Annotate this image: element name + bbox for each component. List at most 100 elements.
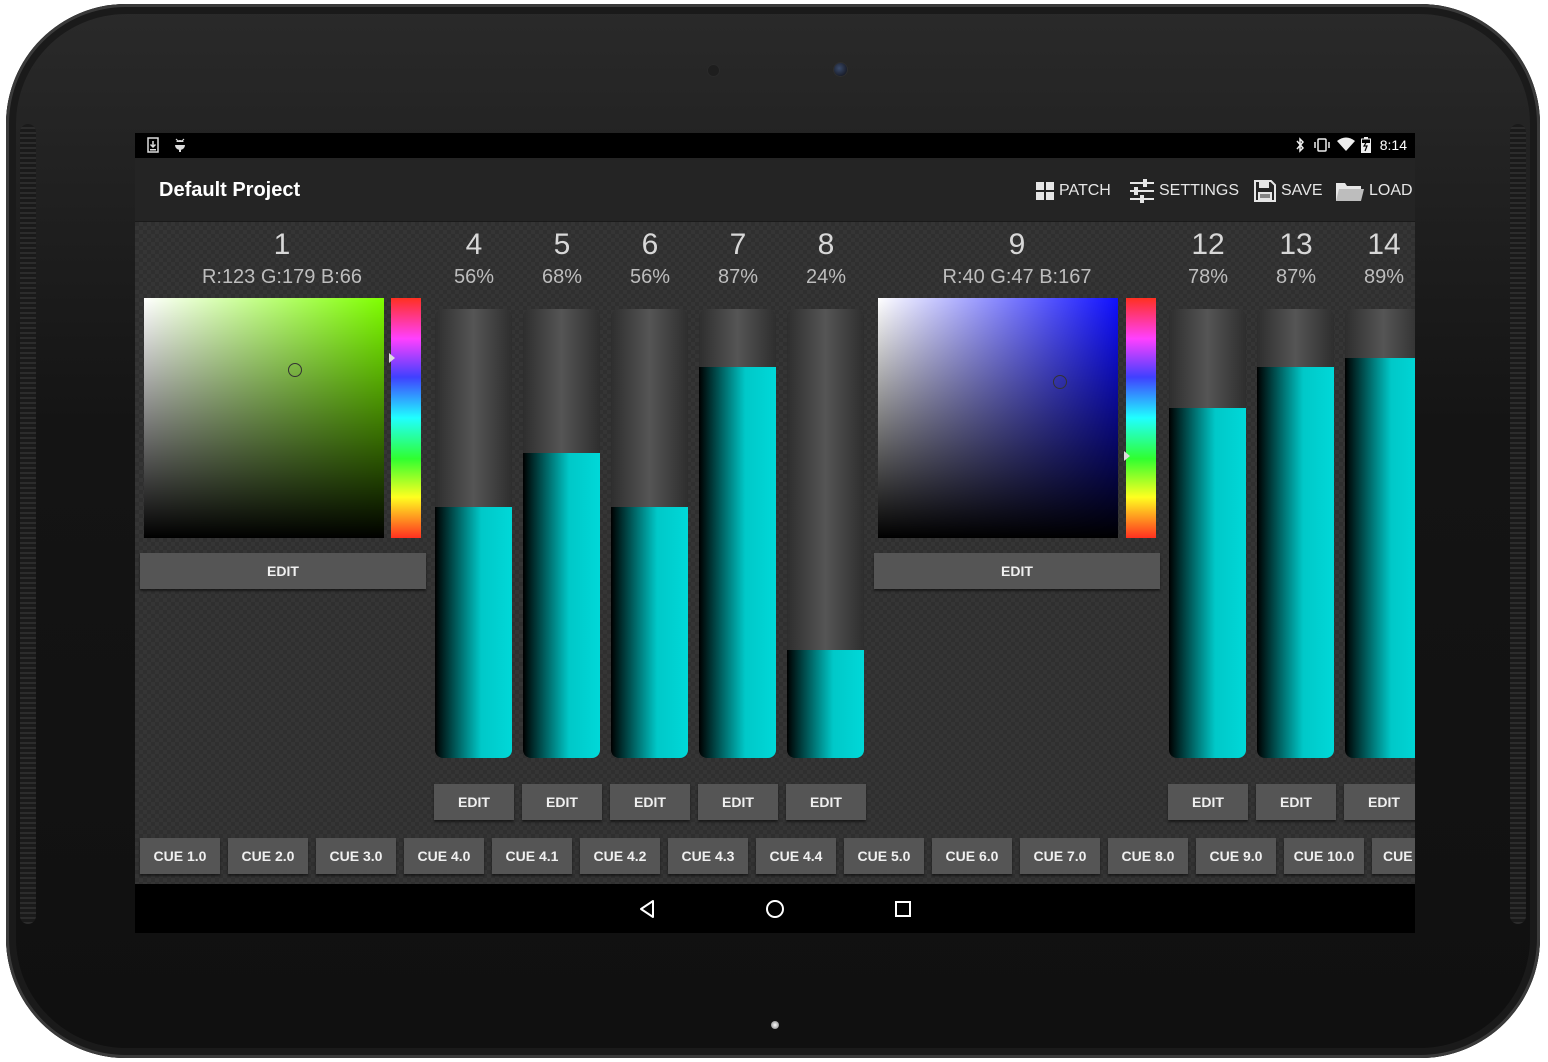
load-button[interactable]: LOAD	[1335, 176, 1413, 206]
cue-button[interactable]: CUE 9.0	[1196, 838, 1276, 874]
edit-button[interactable]: EDIT	[1344, 784, 1415, 820]
cue-button[interactable]: CUE 5.0	[844, 838, 924, 874]
edit-button[interactable]: EDIT	[434, 784, 514, 820]
hue-handle[interactable]	[1124, 451, 1130, 462]
edit-button[interactable]: EDIT	[610, 784, 690, 820]
edit-button[interactable]: EDIT	[140, 553, 426, 589]
fader[interactable]	[611, 309, 688, 758]
channel-level: 56%	[453, 266, 495, 288]
hue-handle[interactable]	[389, 353, 395, 363]
recent-apps-icon[interactable]	[890, 896, 916, 922]
vibrate-icon	[1313, 137, 1331, 157]
fader[interactable]	[699, 309, 776, 758]
fader-fill	[1257, 367, 1334, 758]
black-gradient	[144, 298, 384, 538]
home-icon[interactable]	[762, 896, 788, 922]
hue-slider[interactable]	[1124, 298, 1156, 538]
battery-icon	[1361, 137, 1371, 157]
channel-level: 87%	[1275, 266, 1317, 288]
channel-number: 4	[465, 228, 483, 261]
channel-number: 14	[1367, 228, 1401, 261]
load-label: LOAD	[1369, 182, 1413, 199]
channel-level: 87%	[717, 266, 759, 288]
cue-button[interactable]: CUE 3.0	[316, 838, 396, 874]
fader[interactable]	[1169, 309, 1246, 758]
channel-number: 12	[1191, 228, 1225, 261]
channel-rgb-value: R:123 G:179 B:66	[201, 266, 363, 288]
channel-number: 1	[273, 228, 291, 261]
status-bar: 8:14	[135, 133, 1415, 158]
channel-number: 8	[817, 228, 835, 261]
action-bar: Default Project PATCH SETTINGS SAVE LOAD	[135, 158, 1415, 222]
cue-button[interactable]: CUE 4.3	[668, 838, 748, 874]
speaker-grill-left	[20, 124, 36, 924]
fader-fill	[787, 650, 864, 758]
wifi-icon	[1337, 137, 1355, 155]
cue-button[interactable]: CUE 1.0	[140, 838, 220, 874]
channel-level: 89%	[1363, 266, 1405, 288]
hue-slider[interactable]	[389, 298, 421, 538]
app-title: Default Project	[159, 179, 301, 201]
save-label: SAVE	[1281, 182, 1323, 199]
channel-number: 7	[729, 228, 747, 261]
fader[interactable]	[1345, 309, 1415, 758]
cue-button[interactable]: CUE 10.0	[1284, 838, 1364, 874]
edit-button[interactable]: EDIT	[1256, 784, 1336, 820]
back-icon[interactable]	[634, 896, 660, 922]
channel-number: 6	[641, 228, 659, 261]
navigation-bar	[135, 884, 1415, 933]
fader-fill	[435, 506, 512, 758]
screen: 8:14 Default Project PATCH SETTINGS SAVE…	[135, 133, 1415, 933]
speaker-grill-right	[1510, 124, 1526, 924]
notification-led	[771, 1021, 779, 1029]
floppy-disk-icon	[1254, 180, 1276, 202]
bluetooth-icon	[1295, 137, 1305, 157]
saturation-brightness-picker[interactable]	[878, 298, 1118, 538]
fader-fill	[611, 506, 688, 758]
download-icon	[147, 137, 159, 157]
channel-number: 5	[553, 228, 571, 261]
fader[interactable]	[787, 309, 864, 758]
edit-button[interactable]: EDIT	[1168, 784, 1248, 820]
sliders-icon	[1130, 179, 1154, 203]
fader[interactable]	[523, 309, 600, 758]
cue-button[interactable]: CUE 2.0	[228, 838, 308, 874]
channel-number: 9	[1008, 228, 1026, 261]
channel-level: 68%	[541, 266, 583, 288]
channel-rgb-value: R:40 G:47 B:167	[942, 266, 1092, 288]
android-debug-icon	[173, 137, 187, 157]
cue-button[interactable]: CUE 4.0	[404, 838, 484, 874]
cue-button[interactable]: CUE	[1372, 838, 1415, 874]
cue-button[interactable]: CUE 4.4	[756, 838, 836, 874]
cue-button[interactable]: CUE 4.1	[492, 838, 572, 874]
fader-fill	[699, 367, 776, 758]
patch-button[interactable]: PATCH	[1035, 176, 1111, 206]
settings-button[interactable]: SETTINGS	[1129, 176, 1239, 206]
light-sensor	[708, 65, 719, 76]
saturation-brightness-picker[interactable]	[144, 298, 384, 538]
cue-button[interactable]: CUE 7.0	[1020, 838, 1100, 874]
edit-button[interactable]: EDIT	[522, 784, 602, 820]
fader-fill	[523, 452, 600, 758]
channel-panel: 1 R:123 G:179 B:66 EDIT 9 R:40 G:47 B:16…	[135, 222, 1415, 884]
fader-fill	[1345, 358, 1415, 758]
edit-button[interactable]: EDIT	[874, 553, 1160, 589]
grid-icon	[1036, 182, 1054, 200]
channel-level: 24%	[805, 266, 847, 288]
fader[interactable]	[1257, 309, 1334, 758]
cue-button[interactable]: CUE 6.0	[932, 838, 1012, 874]
folder-icon	[1336, 183, 1364, 201]
patch-label: PATCH	[1059, 182, 1111, 199]
channel-level: 78%	[1187, 266, 1229, 288]
settings-label: SETTINGS	[1159, 182, 1240, 199]
front-camera	[834, 63, 847, 76]
clock: 8:14	[1379, 137, 1407, 153]
save-button[interactable]: SAVE	[1253, 176, 1323, 206]
edit-button[interactable]: EDIT	[786, 784, 866, 820]
cue-button[interactable]: CUE 4.2	[580, 838, 660, 874]
edit-button[interactable]: EDIT	[698, 784, 778, 820]
fader-fill	[1169, 407, 1246, 758]
fader[interactable]	[435, 309, 512, 758]
cue-button[interactable]: CUE 8.0	[1108, 838, 1188, 874]
channel-number: 13	[1279, 228, 1313, 261]
